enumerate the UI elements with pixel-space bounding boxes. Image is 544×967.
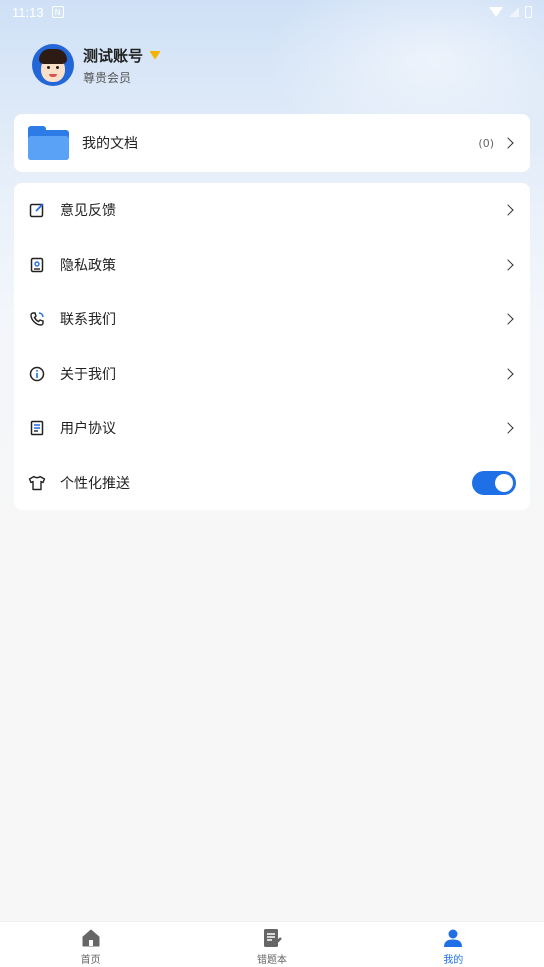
- info-icon: [28, 365, 46, 383]
- chevron-right-icon: [502, 368, 514, 380]
- menu-item-agreement[interactable]: 用户协议: [14, 401, 530, 456]
- menu-item-feedback[interactable]: 意见反馈: [14, 183, 530, 238]
- menu-item-privacy[interactable]: 隐私政策: [14, 238, 530, 293]
- toggle-knob: [495, 473, 513, 492]
- tab-mine[interactable]: 我的: [363, 922, 544, 967]
- profile-name: 测试账号: [83, 46, 144, 65]
- privacy-icon: [28, 256, 46, 274]
- chevron-right-icon: [502, 313, 514, 325]
- tab-notebook[interactable]: 错题本: [181, 922, 362, 967]
- settings-menu: 意见反馈 隐私政策 联系我们 关于我们 用户协议 个性化推送: [14, 183, 530, 510]
- membership-label: 尊贵会员: [83, 70, 132, 85]
- battery-icon: [525, 6, 532, 18]
- tshirt-icon: [28, 474, 46, 492]
- vip-badge-icon: [149, 50, 162, 60]
- home-icon: [82, 929, 100, 947]
- my-documents-row[interactable]: 我的文档 (0): [14, 114, 530, 172]
- menu-item-label: 用户协议: [60, 421, 116, 438]
- edit-icon: [28, 201, 46, 219]
- tab-home[interactable]: 首页: [0, 922, 181, 967]
- menu-item-label: 意见反馈: [60, 203, 116, 220]
- menu-item-about[interactable]: 关于我们: [14, 347, 530, 402]
- tab-label: 错题本: [256, 955, 287, 966]
- tab-label: 我的: [443, 955, 464, 966]
- folder-icon: [28, 126, 69, 160]
- chevron-right-icon: [502, 422, 514, 434]
- menu-item-label: 关于我们: [60, 366, 116, 383]
- profile-icon: [444, 929, 463, 947]
- avatar[interactable]: [32, 44, 74, 86]
- status-bar: 11:13 N: [0, 0, 544, 24]
- agreement-icon: [28, 419, 46, 437]
- profile-section[interactable]: 测试账号 尊贵会员: [32, 44, 162, 86]
- personalized-push-label: 个性化推送: [60, 475, 130, 492]
- personalized-push-toggle[interactable]: [472, 470, 516, 495]
- chevron-right-icon: [502, 259, 514, 271]
- tab-label: 首页: [80, 955, 101, 966]
- notebook-icon: [263, 929, 282, 947]
- bottom-tab-bar: 首页 错题本 我的: [0, 921, 544, 967]
- chevron-right-icon: [502, 204, 514, 216]
- menu-item-contact[interactable]: 联系我们: [14, 292, 530, 347]
- menu-item-label: 隐私政策: [60, 257, 116, 274]
- menu-item-label: 联系我们: [60, 312, 116, 329]
- status-time: 11:13: [12, 4, 44, 20]
- signal-icon: [509, 7, 519, 17]
- my-documents-label: 我的文档: [82, 136, 138, 152]
- chevron-right-icon: [502, 137, 514, 149]
- documents-count: (0): [478, 136, 494, 150]
- notification-icon: N: [51, 6, 64, 18]
- wifi-icon: [489, 7, 503, 17]
- menu-item-personalized-push: 个性化推送: [14, 456, 530, 511]
- phone-icon: [28, 310, 46, 328]
